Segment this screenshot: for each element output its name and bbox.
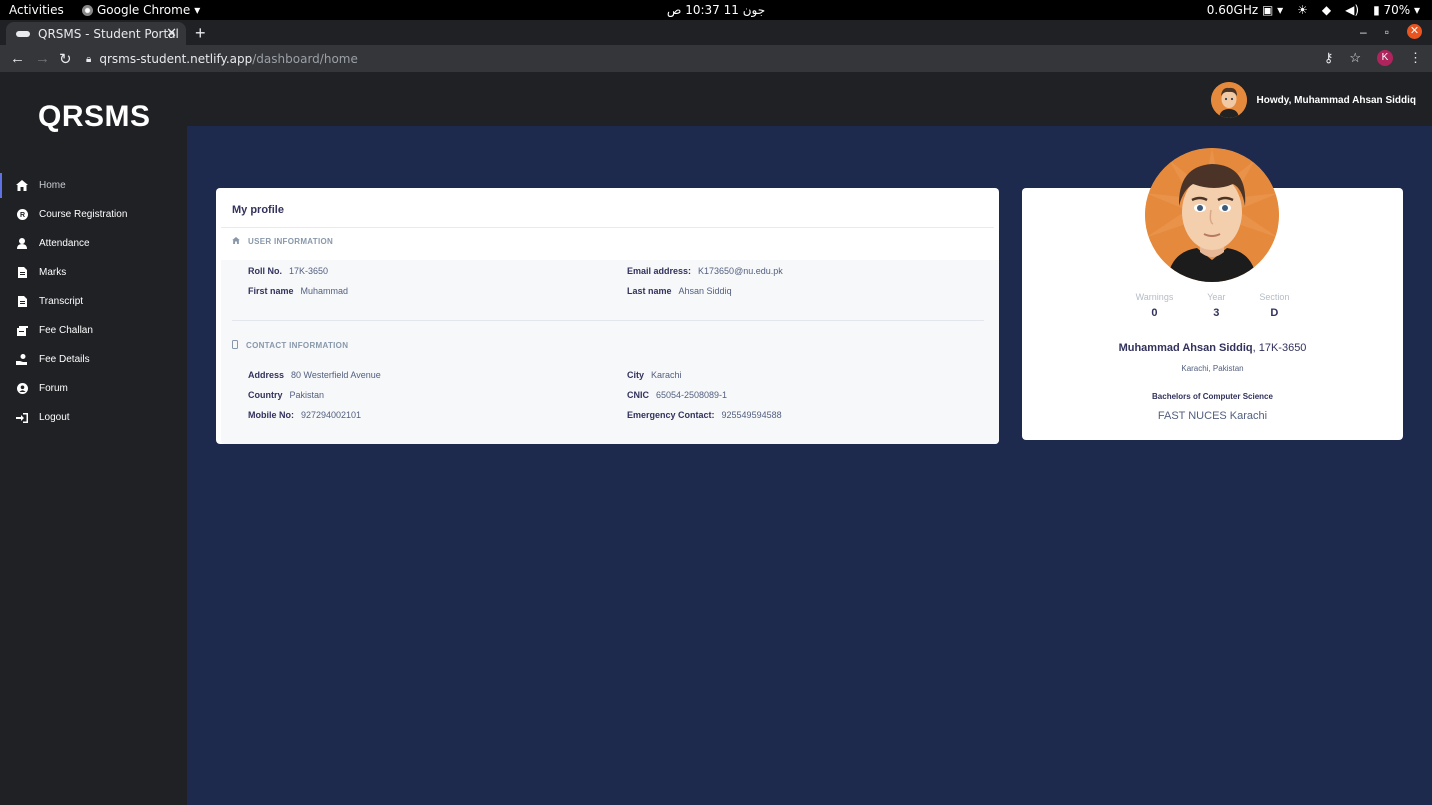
user-menu[interactable]: Howdy, Muhammad Ahsan Siddiq bbox=[1210, 82, 1416, 118]
sidebar-item-marks[interactable]: Marks bbox=[0, 258, 187, 287]
file-icon bbox=[16, 267, 28, 279]
address-field: Address 80 Westerfield Avenue bbox=[248, 370, 381, 380]
sidebar: QRSMS Home R Course Registration Attenda… bbox=[0, 72, 187, 805]
card-title: My profile bbox=[232, 204, 284, 216]
sidebar-item-label: Forum bbox=[39, 383, 68, 394]
web-app: QRSMS Home R Course Registration Attenda… bbox=[0, 72, 1432, 805]
maximize-button[interactable]: ▫ bbox=[1385, 25, 1389, 39]
more-menu-icon[interactable]: ⋮ bbox=[1409, 50, 1422, 66]
registered-icon: R bbox=[16, 209, 28, 221]
mobile-phone-icon bbox=[232, 340, 238, 351]
close-window-button[interactable]: ✕ bbox=[1407, 24, 1422, 39]
battery-indicator: ▮ 70% ▾ bbox=[1373, 3, 1420, 17]
lock-icon: 🔒︎ bbox=[86, 53, 92, 65]
svg-text:R: R bbox=[19, 212, 24, 219]
forward-arrow-icon[interactable]: → bbox=[35, 50, 50, 67]
section-stat: Section D bbox=[1259, 292, 1290, 319]
key-icon[interactable]: ⚷ bbox=[1324, 50, 1334, 66]
user-icon bbox=[16, 238, 28, 250]
cnic-field: CNIC 65054-2508089-1 bbox=[627, 390, 728, 400]
tab-title: QRSMS - Student Portal bbox=[38, 26, 179, 41]
url-path: /dashboard/home bbox=[252, 52, 358, 66]
brightness-icon: ☀ bbox=[1297, 3, 1308, 17]
student-location: Karachi, Pakistan bbox=[1181, 364, 1244, 373]
home-icon bbox=[232, 237, 240, 246]
sidebar-item-label: Fee Challan bbox=[39, 325, 93, 336]
user-circle-icon bbox=[16, 383, 28, 395]
student-name: Muhammad Ahsan Siddiq, 17K-3650 bbox=[1118, 342, 1307, 354]
url-host: qrsms-student.netlify.app bbox=[99, 52, 253, 66]
warnings-stat: Warnings 0 bbox=[1135, 292, 1174, 319]
sign-out-icon bbox=[16, 412, 28, 424]
emergency-contact-field: Emergency Contact: 925549594588 bbox=[627, 410, 782, 420]
top-header: Howdy, Muhammad Ahsan Siddiq bbox=[187, 72, 1432, 126]
sidebar-item-fee-details[interactable]: Fee Details bbox=[0, 345, 187, 374]
sidebar-item-transcript[interactable]: Transcript bbox=[0, 287, 187, 316]
wifi-icon: ◆ bbox=[1321, 3, 1332, 17]
home-icon bbox=[16, 180, 28, 192]
sidebar-item-label: Logout bbox=[39, 412, 70, 423]
divider bbox=[221, 227, 994, 228]
favicon-icon bbox=[16, 30, 30, 37]
avatar bbox=[1210, 82, 1247, 118]
sidebar-item-label: Marks bbox=[39, 267, 67, 278]
sidebar-item-label: Attendance bbox=[39, 238, 90, 249]
system-top-bar: Activities Google Chrome ▾ جون 11 10:37 … bbox=[0, 0, 1432, 20]
roll-number-field: Roll No. 17K-3650 bbox=[248, 266, 329, 276]
profile-avatar-button[interactable]: K bbox=[1377, 50, 1393, 66]
mobile-number-field: Mobile No: 927294002101 bbox=[248, 410, 362, 420]
student-stats: Warnings 0 Year 3 Section D bbox=[1022, 292, 1403, 319]
year-stat: Year 3 bbox=[1207, 292, 1226, 319]
user-information-heading: USER INFORMATION bbox=[232, 237, 333, 246]
sidebar-item-label: Course Registration bbox=[39, 209, 128, 220]
volume-icon: ◀) bbox=[1345, 3, 1360, 17]
reload-icon[interactable]: ↻ bbox=[59, 50, 72, 68]
sidebar-item-label: Home bbox=[39, 180, 66, 191]
minimize-button[interactable]: – bbox=[1360, 25, 1367, 39]
star-icon[interactable]: ☆ bbox=[1349, 50, 1361, 66]
sidebar-item-fee-challan[interactable]: Fee Challan bbox=[0, 316, 187, 345]
profile-avatar bbox=[1145, 148, 1279, 282]
hand-coins-icon bbox=[16, 354, 28, 366]
brand-logo[interactable]: QRSMS bbox=[38, 100, 151, 134]
window-controls: – ▫ ✕ bbox=[1360, 24, 1422, 39]
contact-information-heading: CONTACT INFORMATION bbox=[232, 340, 348, 351]
sidebar-item-logout[interactable]: Logout bbox=[0, 403, 187, 432]
email-field: Email address: K173650@nu.edu.pk bbox=[627, 266, 783, 276]
browser-toolbar: ← → ↻ 🔒︎ qrsms-student.netlify.app/dashb… bbox=[0, 45, 1432, 72]
main-content: My profile USER INFORMATION Roll No. 17K-… bbox=[187, 126, 1432, 805]
address-bar[interactable]: 🔒︎ qrsms-student.netlify.app/dashboard/h… bbox=[80, 48, 1320, 70]
student-degree: Bachelors of Computer Science bbox=[1152, 392, 1273, 401]
close-tab-icon[interactable]: ✕ bbox=[166, 26, 177, 41]
browser-tab[interactable]: QRSMS - Student Portal ✕ bbox=[6, 22, 186, 45]
sidebar-item-forum[interactable]: Forum bbox=[0, 374, 187, 403]
sidebar-nav: Home R Course Registration Attendance Ma… bbox=[0, 171, 187, 432]
sidebar-item-label: Fee Details bbox=[39, 354, 90, 365]
last-name-field: Last name Ahsan Siddiq bbox=[627, 286, 732, 296]
receipt-icon bbox=[16, 325, 28, 337]
new-tab-button[interactable]: + bbox=[195, 23, 206, 44]
student-institute: FAST NUCES Karachi bbox=[1157, 410, 1268, 422]
sidebar-item-attendance[interactable]: Attendance bbox=[0, 229, 187, 258]
back-arrow-icon[interactable]: ← bbox=[10, 50, 25, 67]
city-field: City Karachi bbox=[627, 370, 682, 380]
file-icon bbox=[16, 296, 28, 308]
country-field: Country Pakistan bbox=[248, 390, 325, 400]
first-name-field: First name Muhammad bbox=[248, 286, 349, 296]
sidebar-item-course-registration[interactable]: R Course Registration bbox=[0, 200, 187, 229]
cpu-frequency: 0.60GHz ▣ ▾ bbox=[1206, 3, 1284, 17]
sidebar-item-home[interactable]: Home bbox=[0, 171, 187, 200]
system-tray[interactable]: 0.60GHz ▣ ▾ ☀ ◆ ◀) ▮ 70% ▾ bbox=[1207, 3, 1420, 17]
greeting-text: Howdy, Muhammad Ahsan Siddiq bbox=[1256, 94, 1416, 106]
divider bbox=[232, 320, 984, 321]
browser-tab-strip: QRSMS - Student Portal ✕ bbox=[0, 20, 1432, 45]
profile-card: My profile USER INFORMATION Roll No. 17K-… bbox=[216, 188, 999, 444]
sidebar-item-label: Transcript bbox=[39, 296, 84, 307]
